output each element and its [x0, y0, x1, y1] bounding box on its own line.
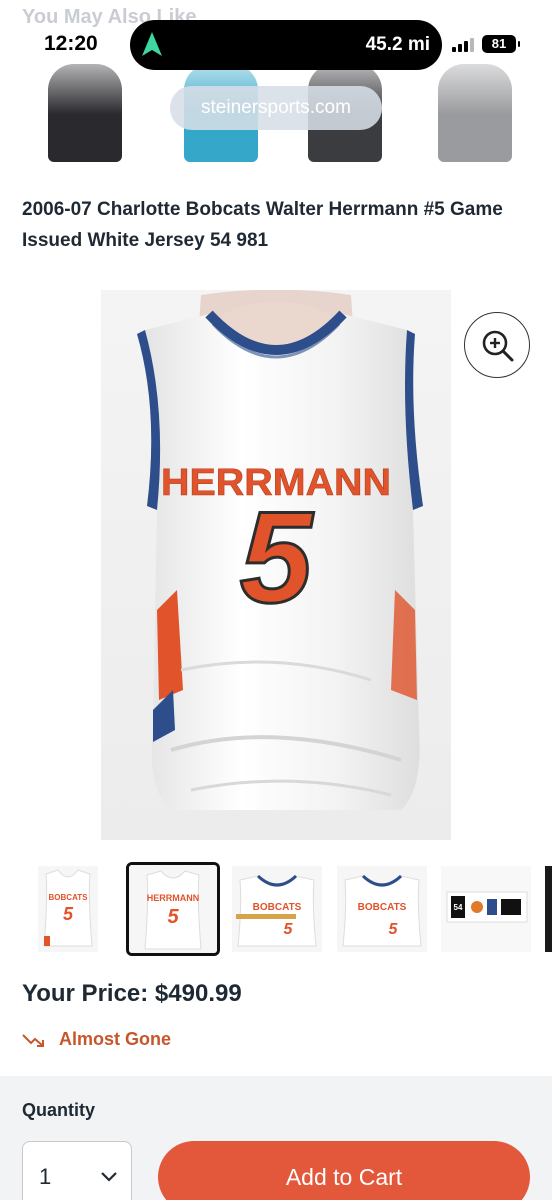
svg-text:HERRMANN: HERRMANN	[147, 893, 200, 903]
svg-text:BOBCATS: BOBCATS	[253, 902, 302, 913]
thumbnail-front-measure[interactable]: BOBCATS 5	[232, 866, 322, 952]
product-page: You May Also Like 12:20 45.2 mi 81 stein…	[0, 0, 552, 1200]
svg-text:5: 5	[167, 906, 179, 928]
chevron-down-icon	[101, 1172, 117, 1182]
add-to-cart-button[interactable]: Add to Cart	[158, 1141, 530, 1200]
thumbnail-tag[interactable]: 54	[441, 866, 531, 952]
thumbnail-partial[interactable]	[545, 866, 552, 952]
svg-text:BOBCATS: BOBCATS	[358, 902, 407, 913]
svg-text:5: 5	[63, 904, 74, 924]
thumbnail-back-selected[interactable]: HERRMANN 5	[126, 862, 220, 956]
product-price: Your Price: $490.99	[22, 980, 242, 1007]
related-product-4[interactable]	[430, 56, 520, 162]
product-title: 2006-07 Charlotte Bobcats Walter Herrman…	[22, 199, 503, 251]
url-bar[interactable]: steinersports.com	[170, 86, 382, 130]
quantity-label: Quantity	[22, 1100, 96, 1120]
svg-text:5: 5	[389, 921, 399, 938]
jersey-number-text: 5	[240, 484, 314, 630]
related-product-1[interactable]	[40, 56, 130, 162]
zoom-button[interactable]	[464, 312, 530, 378]
main-product-image[interactable]: HERRMANN 5	[101, 290, 451, 840]
stock-status-text: Almost Gone	[59, 1029, 172, 1049]
svg-text:5: 5	[284, 921, 294, 938]
quantity-select[interactable]: 1	[22, 1141, 132, 1200]
status-time: 12:20	[44, 32, 98, 55]
image-thumbnail-strip: BOBCATS 5 HERRMANN 5 BOBCATS 5 BOBCATS 5…	[0, 862, 552, 956]
svg-text:54: 54	[454, 903, 463, 912]
thumbnail-front[interactable]: BOBCATS 5	[38, 866, 98, 952]
svg-text:BOBCATS: BOBCATS	[49, 893, 89, 902]
cellular-signal-icon	[452, 38, 476, 52]
thumbnail-front-detail[interactable]: BOBCATS 5	[337, 866, 427, 952]
quantity-value: 1	[39, 1164, 52, 1189]
navigation-distance: 45.2 mi	[365, 34, 430, 55]
navigation-arrow-icon	[142, 32, 162, 56]
zoom-in-icon	[482, 330, 514, 362]
trending-down-icon	[22, 1034, 44, 1047]
battery-icon: 81	[482, 35, 520, 53]
